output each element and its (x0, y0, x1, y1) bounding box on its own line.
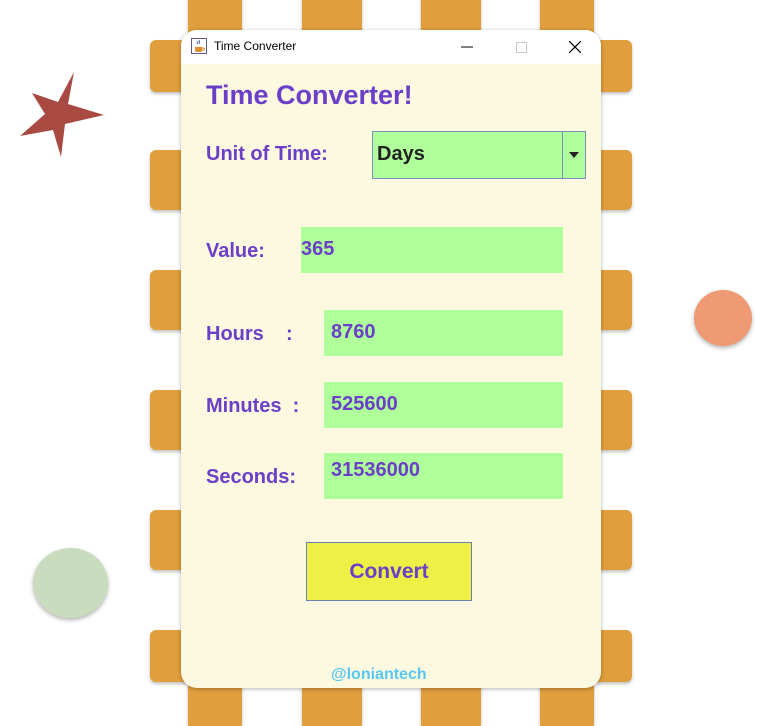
minimize-icon (461, 46, 473, 48)
maximize-button[interactable] (501, 30, 541, 64)
unit-of-time-value: Days (377, 143, 425, 165)
unit-of-time-select[interactable]: Days (372, 131, 586, 179)
dropdown-arrow-button[interactable] (562, 132, 585, 178)
hours-label: Hours : (206, 323, 293, 345)
close-button[interactable] (555, 30, 595, 64)
minutes-output[interactable]: 525600 (324, 382, 563, 428)
maximize-icon (515, 41, 527, 53)
minimize-button[interactable] (447, 30, 487, 64)
app-window: Time Converter Time Converter! Unit of T… (181, 30, 601, 688)
value-label: Value: (206, 240, 265, 262)
hours-output[interactable]: 8760 (324, 310, 563, 356)
unit-of-time-label: Unit of Time: (206, 143, 328, 165)
minutes-label: Minutes : (206, 395, 300, 417)
decor-circle-orange (694, 290, 752, 346)
value-input[interactable]: 365 (301, 227, 563, 273)
seconds-output[interactable]: 31536000 (324, 453, 563, 499)
decor-circle-green (33, 548, 108, 618)
desktop-background: Time Converter Time Converter! Unit of T… (0, 0, 757, 726)
close-icon (569, 41, 581, 53)
convert-button[interactable]: Convert (306, 542, 472, 601)
title-bar[interactable]: Time Converter (181, 30, 601, 64)
page-title: Time Converter! (206, 80, 413, 110)
java-cup-icon (191, 38, 207, 54)
chevron-down-icon (569, 152, 579, 158)
star-icon (20, 72, 104, 157)
credit-watermark: @loniantech (331, 666, 427, 683)
window-title: Time Converter (214, 39, 297, 53)
seconds-label: Seconds: (206, 466, 297, 488)
